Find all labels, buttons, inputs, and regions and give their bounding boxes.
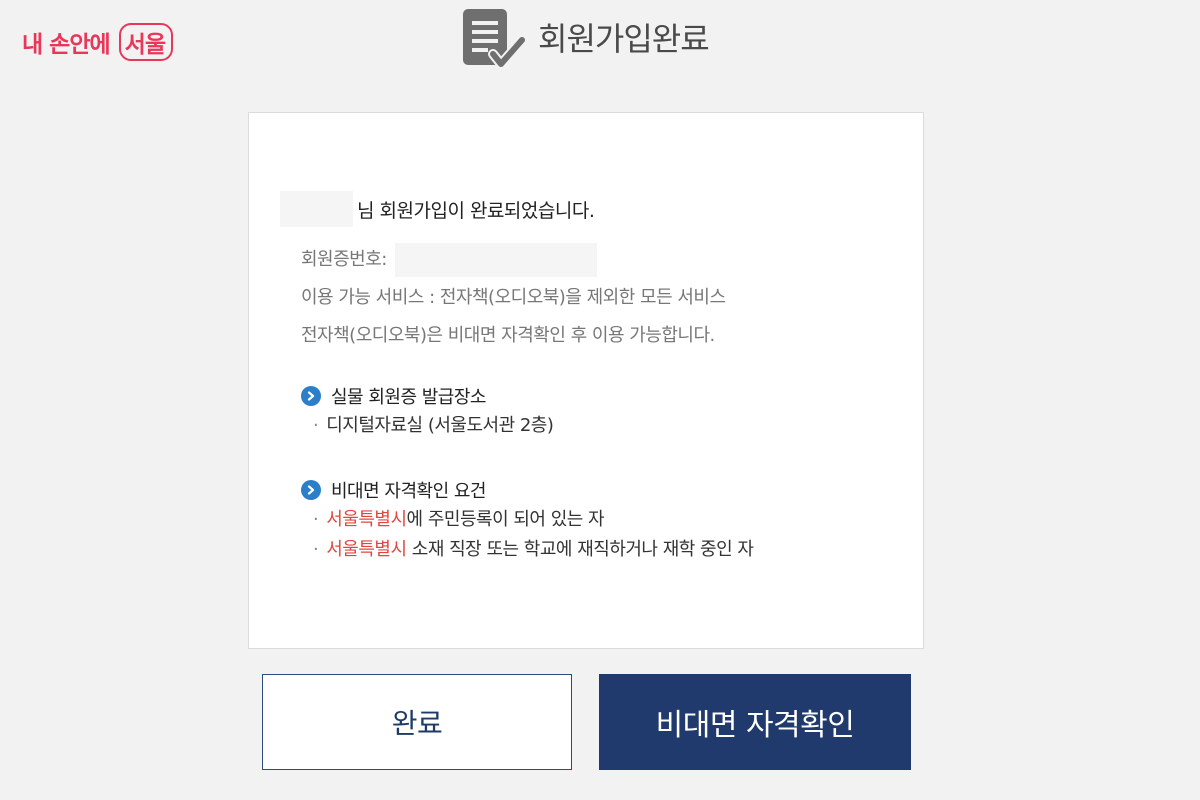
logo-text-part1: 내 손안에 <box>22 32 117 58</box>
logo-text-part2: 서울 <box>118 23 173 61</box>
logo-text: 내 손안에 서울 <box>22 23 173 61</box>
page-title: 회원가입완료 <box>538 20 710 58</box>
remote-verification-section: 비대면 자격확인 요건 · 서울특별시에 주민등록이 되어 있는 자 · 서울특별시… <box>301 475 754 565</box>
page-header: 회원가입완료 <box>460 2 710 78</box>
issue-location-section: 실물 회원증 발급장소 · 디지털자료실 (서울도서관 2층) <box>301 381 554 441</box>
seoul-logo[interactable]: 내 손안에 서울 <box>22 23 173 61</box>
member-number-label: 회원증번호: <box>301 249 387 270</box>
document-check-icon <box>463 9 527 69</box>
chevron-right-circle-icon <box>301 480 321 500</box>
list-item-highlight: 서울특별시 <box>326 509 407 530</box>
greeting-text: 님 회원가입이 완료되었습니다. <box>357 199 595 222</box>
list-bullet: · <box>313 539 319 560</box>
list-item-text: 디지털자료실 (서울도서관 2층) <box>326 415 554 436</box>
remote-verification-heading: 비대면 자격확인 요건 <box>301 475 753 505</box>
ebook-notice-text: 전자책(오디오북)은 비대면 자격확인 후 이용 가능합니다. <box>301 325 715 346</box>
list-item: · 서울특별시에 주민등록이 되어 있는 자 <box>301 505 753 535</box>
greeting-line: 님 회원가입이 완료되었습니다. <box>280 191 595 227</box>
list-item-highlight: 서울특별시 <box>326 539 407 560</box>
list-item-text: 에 주민등록이 되어 있는 자 <box>406 509 605 530</box>
chevron-right-circle-icon <box>301 386 321 406</box>
member-number-redacted <box>394 243 597 277</box>
member-number-row: 회원증번호: <box>301 241 726 279</box>
membership-info: 회원증번호: 이용 가능 서비스 : 전자책(오디오북)을 제외한 모든 서비스… <box>301 241 726 355</box>
available-service-text: 이용 가능 서비스 : 전자책(오디오북)을 제외한 모든 서비스 <box>301 287 726 308</box>
done-button[interactable]: 완료 <box>262 674 572 770</box>
list-item: · 서울특별시 소재 직장 또는 학교에 재직하거나 재학 중인 자 <box>301 535 754 565</box>
remote-verification-button[interactable]: 비대면 자격확인 <box>599 674 911 770</box>
issue-location-title: 실물 회원증 발급장소 <box>331 387 486 408</box>
remote-verification-title: 비대면 자격확인 요건 <box>331 481 486 502</box>
list-bullet: · <box>313 415 319 436</box>
signup-complete-card: 님 회원가입이 완료되었습니다. 회원증번호: 이용 가능 서비스 : 전자책(… <box>248 112 924 649</box>
list-bullet: · <box>313 509 319 530</box>
list-item-text: 소재 직장 또는 학교에 재직하거나 재학 중인 자 <box>406 539 754 560</box>
user-name-redacted <box>280 191 353 227</box>
issue-location-heading: 실물 회원증 발급장소 <box>301 381 553 411</box>
list-item: · 디지털자료실 (서울도서관 2층) <box>301 411 554 441</box>
